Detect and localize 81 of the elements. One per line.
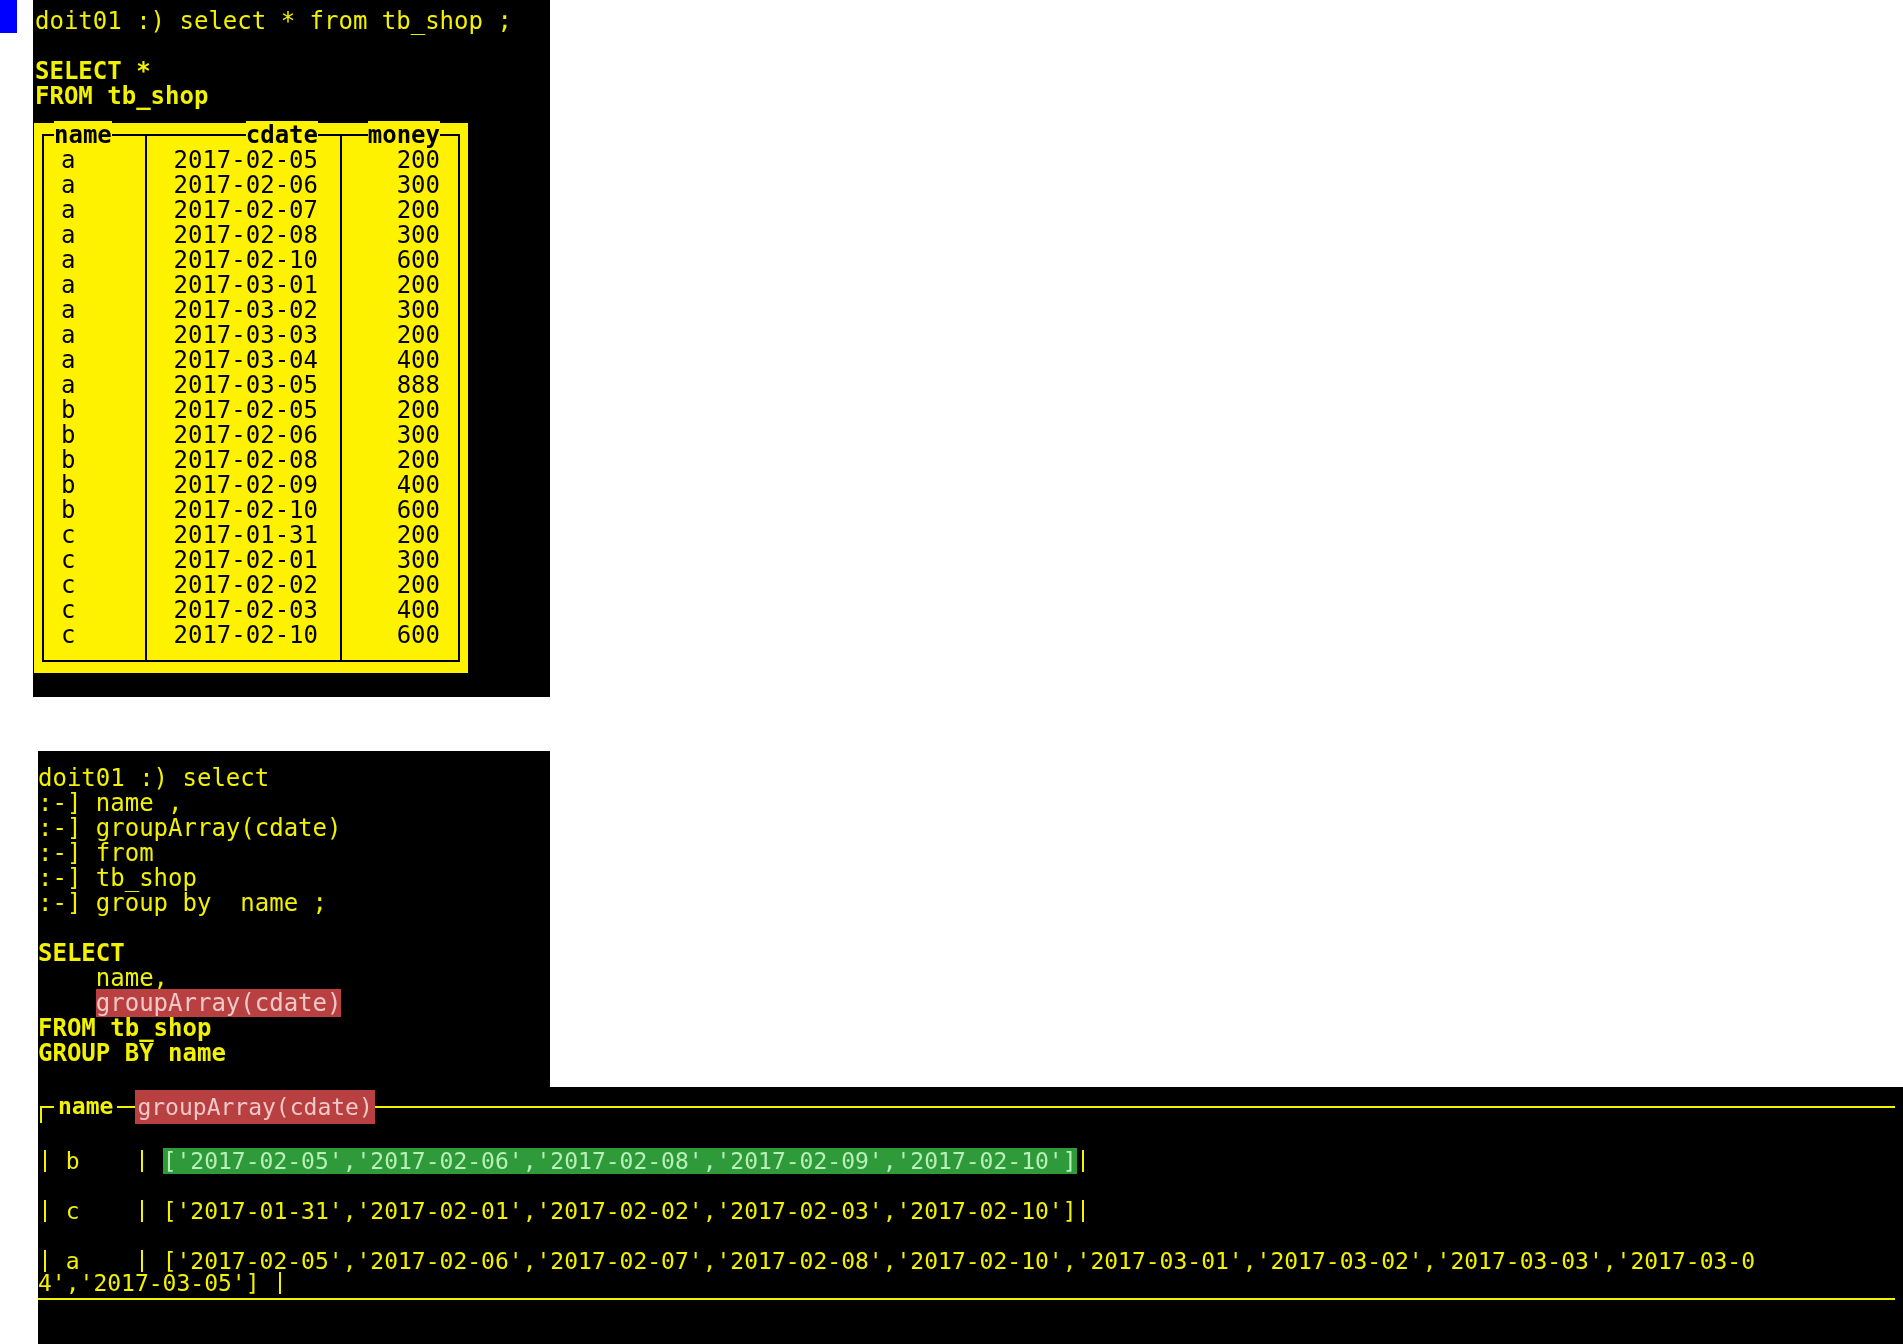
table-cell: 200 <box>396 521 440 549</box>
command-line: :-] groupArray(cdate) <box>38 816 343 841</box>
table-cell-text: a <box>65 1248 80 1274</box>
table-cell: a <box>61 321 76 349</box>
table-cell: 300 <box>396 221 440 249</box>
table-cell: 2017-02-02 <box>173 571 318 599</box>
table-cell: 2017-02-08 <box>173 446 318 474</box>
table-cell: 2017-03-03 <box>173 321 318 349</box>
table-cell-text: b <box>64 1148 81 1174</box>
table-cell: a <box>61 346 76 374</box>
table-cell: 2017-02-08 <box>173 221 318 249</box>
table-cell: 400 <box>396 596 440 624</box>
table-cell: b <box>61 421 76 449</box>
command-line: doit01 :) select <box>38 766 271 791</box>
table-cell: a <box>61 296 76 324</box>
table-cell: b <box>61 496 76 524</box>
table-cell: 2017-03-02 <box>173 296 318 324</box>
table-cell: b <box>61 446 76 474</box>
table-cell: 300 <box>396 296 440 324</box>
table-cell: b <box>61 396 76 424</box>
table-cell: 300 <box>396 171 440 199</box>
table-cell: 888 <box>396 371 440 399</box>
table-cell: 200 <box>396 446 440 474</box>
table-cell: c <box>61 596 76 624</box>
table-cell: b <box>61 471 76 499</box>
table-cell: 400 <box>396 471 440 499</box>
formatted-query-line: FROM tb_shop <box>35 84 210 109</box>
column-header: name <box>57 1092 115 1121</box>
table-cell: 200 <box>396 196 440 224</box>
table-cell: 2017-02-01 <box>173 546 318 574</box>
table-cell: c <box>61 571 76 599</box>
table-cell: 2017-02-09 <box>173 471 318 499</box>
command-line: doit01 :) select * from tb_shop ; <box>35 9 513 34</box>
array-value-cell: ['2017-01-31','2017-02-01','2017-02-02','2017-02-03','2017-02-10'] <box>162 1198 1077 1224</box>
table-cell: 2017-02-05 <box>173 146 318 174</box>
command-line: :-] group by name ; <box>38 891 328 916</box>
table-cell: 2017-02-06 <box>173 171 318 199</box>
table-cell: 300 <box>396 421 440 449</box>
formatted-query-line: SELECT <box>38 939 125 967</box>
table-cell: a <box>61 171 76 199</box>
table-cell: 2017-02-05 <box>173 396 318 424</box>
cursor-marker <box>0 0 17 33</box>
formatted-query-line: SELECT * <box>35 59 152 84</box>
table-cell: 2017-02-06 <box>173 421 318 449</box>
column-header: money <box>367 121 440 149</box>
table-cell: 2017-03-04 <box>173 346 318 374</box>
table-cell: 600 <box>396 246 440 274</box>
table-cell: 600 <box>396 621 440 649</box>
table-cell: 300 <box>396 546 440 574</box>
table-cell: 2017-02-07 <box>173 196 318 224</box>
table-cell-text: c <box>64 1198 81 1224</box>
table-cell: a <box>61 146 76 174</box>
table-cell: 200 <box>396 271 440 299</box>
command-line: :-] name , <box>38 791 184 816</box>
table-cell: a <box>61 196 76 224</box>
table-cell: 200 <box>396 321 440 349</box>
table-cell: 200 <box>396 571 440 599</box>
array-value-cell: ['2017-02-05','2017-02-06','2017-02-07','2017-02-08','2017-02-10','2017-03-01','2017-03-02','2017-03-03','2017-03-0 <box>162 1248 1756 1274</box>
table-cell: a <box>61 246 76 274</box>
table-cell: 400 <box>396 346 440 374</box>
command-line: :-] tb_shop <box>38 866 198 891</box>
table-cell: c <box>61 621 76 649</box>
table-cell: 600 <box>396 496 440 524</box>
formatted-query-line: name, <box>94 964 169 992</box>
table-cell: c <box>61 546 76 574</box>
table-cell: 2017-01-31 <box>173 521 318 549</box>
table-cell: 2017-02-03 <box>173 596 318 624</box>
table-cell: 2017-03-05 <box>173 371 318 399</box>
column-header: groupArray(cdate) <box>135 1090 375 1124</box>
array-value-cell: ['2017-02-05','2017-02-06','2017-02-08','2017-02-09','2017-02-10'] <box>162 1148 1077 1174</box>
table-cell: a <box>61 371 76 399</box>
table-cell: 2017-02-10 <box>173 246 318 274</box>
command-line: :-] from <box>38 841 154 866</box>
table-cell: a <box>61 271 76 299</box>
table-cell: 200 <box>396 396 440 424</box>
table-corner-line <box>40 1106 54 1123</box>
table-cell: 2017-03-01 <box>173 271 318 299</box>
table-cell: 2017-02-10 <box>173 496 318 524</box>
table-cell: a <box>61 221 76 249</box>
table-cell: 2017-02-10 <box>173 621 318 649</box>
table-cell: c <box>61 521 76 549</box>
